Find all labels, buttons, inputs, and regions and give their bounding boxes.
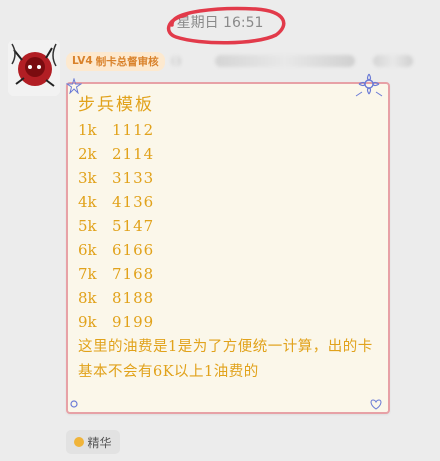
essence-label: 精华	[87, 435, 112, 450]
note-row: 1k 1112	[78, 118, 378, 142]
note-row: 3k 3133	[78, 166, 378, 190]
row-level: 2k	[78, 145, 97, 163]
essence-icon	[74, 437, 85, 447]
row-value: 9199	[112, 313, 155, 331]
red-circle-annotation	[166, 6, 286, 45]
blurred-sender-tag	[372, 55, 413, 67]
row-level: 5k	[78, 217, 97, 235]
member-title: 制卡总督审核	[95, 55, 159, 68]
row-level: 9k	[78, 313, 97, 331]
corner-heart-doodle-icon	[370, 399, 382, 410]
row-level: 8k	[78, 289, 97, 307]
row-level: 7k	[78, 265, 97, 283]
note-row: 5k 5147	[78, 214, 378, 238]
row-value: 5147	[112, 217, 155, 235]
note-row: 4k 4136	[78, 190, 378, 214]
note-row: 8k 8188	[78, 286, 378, 310]
row-value: 7168	[112, 265, 155, 283]
row-level: 6k	[78, 241, 97, 259]
note-row: 7k 7168	[78, 262, 378, 286]
corner-dot-doodle-icon	[70, 400, 78, 408]
row-value: 4136	[112, 193, 155, 211]
blurred-sender-name	[214, 55, 355, 67]
note-heading: 步兵模板	[78, 95, 154, 115]
blurred-name-part	[170, 55, 181, 67]
row-level: 4k	[78, 193, 97, 211]
sender-avatar[interactable]	[8, 40, 60, 96]
row-value: 6166	[112, 241, 155, 259]
row-level: 1k	[78, 121, 97, 139]
row-value: 1112	[112, 121, 155, 139]
member-level-badge: LV4 制卡总督审核	[66, 51, 165, 71]
essence-tag-button[interactable]: 精华	[66, 430, 120, 454]
row-level: 3k	[78, 169, 97, 187]
sender-meta-row: LV4 制卡总督审核	[66, 51, 436, 71]
handwritten-note: 步兵模板 1k 1112 2k 2114 3k 3133 4k 4136 5k 5147 …	[78, 90, 378, 385]
level-label: LV4	[72, 55, 93, 67]
row-value: 3133	[112, 169, 155, 187]
note-paragraph: 这里的油费是1是为了方便统一计算，出的卡基本不会有6K以上1油费的	[78, 339, 373, 380]
row-value: 2114	[112, 145, 155, 163]
note-row: 2k 2114	[78, 142, 378, 166]
note-row: 6k 6166	[78, 238, 378, 262]
note-row: 9k 9199	[78, 310, 378, 334]
row-value: 8188	[112, 289, 155, 307]
